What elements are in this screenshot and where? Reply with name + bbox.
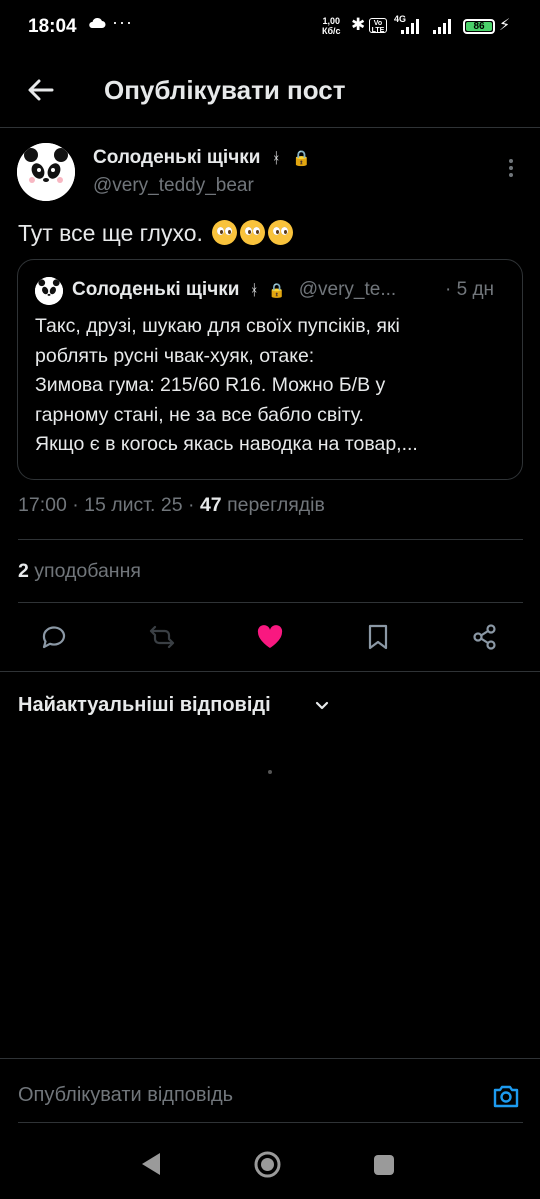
signal-icon [401,19,419,34]
divider [0,1058,540,1059]
quoted-post-card[interactable]: Солоденькі щічки ᚼ 🔒 @very_te... · 5 дн … [17,259,523,480]
avatar[interactable] [17,143,75,201]
repost-icon[interactable] [147,622,177,652]
arrow-left-icon[interactable] [22,72,58,108]
status-more-dots: ··· [112,12,133,32]
antenna-badge-icon: ᚼ [249,282,259,299]
lock-icon: 🔒 [268,282,286,298]
post-text: Тут все ще глухо. [18,220,294,247]
quoted-text: Такс, друзі, шукаю для своїх пупсіків, я… [35,312,507,460]
quoted-text-line: гарному стані, не за все бабло світу. [35,403,364,426]
reply-icon[interactable] [39,622,69,652]
speed-unit: Кб/с [322,26,341,36]
quoted-text-line: Зимова гума: 215/60 R16. Можно Б/В у [35,374,386,396]
network-speed: 1,00 Кб/с [322,16,341,36]
more-vertical-icon[interactable] [503,157,519,179]
author-name-row[interactable]: Солоденькі щічки ᚼ 🔒 [93,147,311,169]
share-icon[interactable] [470,622,500,652]
bookmark-icon[interactable] [363,622,393,652]
divider [18,602,523,603]
views-count: 47 [199,494,222,516]
nav-home-icon[interactable] [253,1150,282,1179]
top-app-bar: Опублікувати пост [0,56,540,128]
speed-value: 1,00 [322,16,341,26]
quoted-text-line: роблять русні чвак-хуяк, отаке: [35,344,315,367]
bluetooth-icon: ✱ [351,15,366,34]
charging-icon: ⚡ [499,17,511,34]
chevron-down-icon[interactable] [314,698,330,714]
panda-avatar-icon [17,143,75,201]
panda-avatar-icon [35,277,63,305]
views-label: переглядів [227,494,325,516]
antenna-badge-icon: ᚼ [271,150,281,167]
lock-icon: 🔒 [292,150,311,167]
likes-count: 2 [18,560,29,582]
author-name: Солоденькі щічки [93,147,261,168]
nav-back-icon[interactable] [138,1150,164,1178]
quoted-author-row: Солоденькі щічки ᚼ 🔒 @very_te... [72,279,396,301]
divider [18,1122,523,1123]
pleading-face-emoji [212,220,238,245]
pleading-face-emoji [268,220,294,245]
camera-icon[interactable] [491,1081,521,1111]
loading-indicator [268,770,272,774]
pleading-face-emoji [240,220,266,245]
battery-icon: 86 [463,19,495,34]
quoted-author-name: Солоденькі щічки [72,279,240,300]
divider [18,539,523,540]
post-date: 15 лист. 25 [84,494,183,516]
status-time: 18:04 [28,16,77,37]
reply-input[interactable]: Опублікувати відповідь [18,1084,233,1107]
like-icon[interactable] [255,622,285,652]
likes-summary[interactable]: 2 уподобання [18,560,141,583]
quoted-author-handle: @very_te... [298,279,397,300]
quoted-text-line: Якщо є в когось якась наводка на товар,.… [35,433,418,455]
post-time: 17:00 [18,494,67,516]
post-meta: 17:00 · 15 лист. 25 · 47 переглядів [18,494,325,516]
post-text-content: Тут все ще глухо. [18,220,203,246]
signal-icon [433,19,451,34]
battery-level: 86 [466,22,492,32]
author-handle[interactable]: @very_teddy_bear [93,175,254,197]
divider [0,671,540,672]
cloud-icon [89,17,106,28]
quoted-avatar [35,277,63,305]
status-bar: 18:04 ··· 1,00 Кб/с ✱ Vo LTE 4G 86 ⚡ [0,0,540,56]
nav-recents-icon[interactable] [373,1154,395,1176]
quoted-text-line: Такс, друзі, шукаю для своїх пупсіків, я… [35,315,400,337]
quoted-time: · 5 дн [445,279,495,300]
likes-label: уподобання [34,560,141,582]
page-title: Опублікувати пост [104,75,346,105]
volte-icon: Vo LTE [369,18,387,34]
replies-sort-label[interactable]: Найактуальніші відповіді [18,694,271,717]
